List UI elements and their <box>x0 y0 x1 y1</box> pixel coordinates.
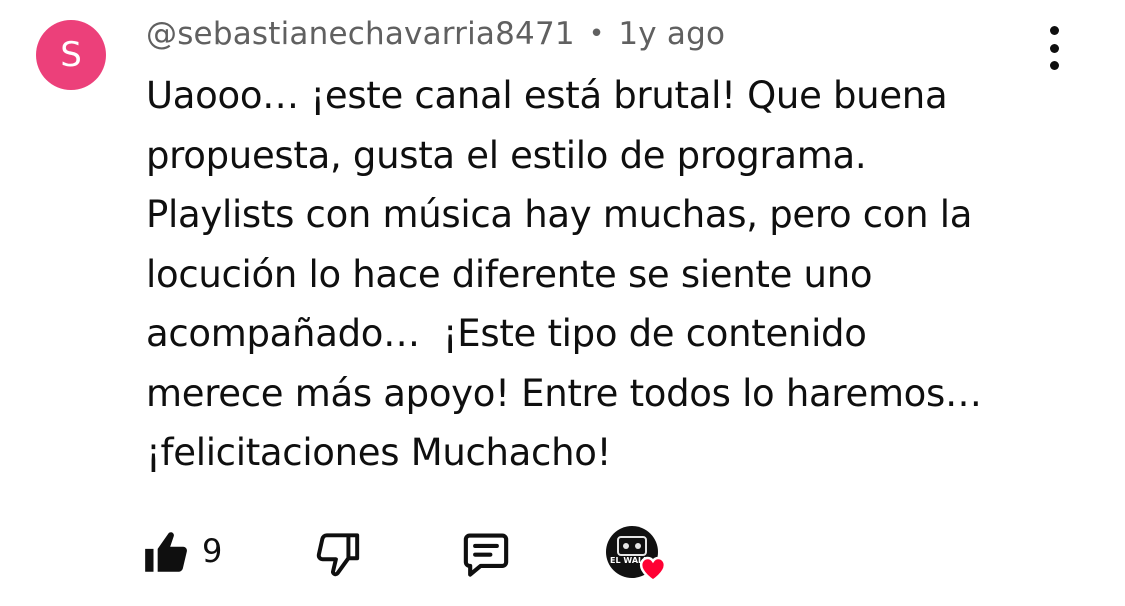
comment-item: S @sebastianechavarria8471 • 1y ago Uaoo… <box>0 0 1125 606</box>
comment-meta: @sebastianechavarria8471 • 1y ago <box>146 14 725 54</box>
avatar[interactable]: S <box>36 20 106 90</box>
comment-line: merece más apoyo! Entre todos lo haremos… <box>146 371 982 415</box>
creator-heart-icon <box>639 556 667 582</box>
more-vertical-icon <box>1049 26 1059 35</box>
comment-line: Playlists con música hay muchas, pero co… <box>146 193 973 236</box>
like-button[interactable] <box>140 528 192 578</box>
thumbs-down-icon <box>316 533 360 577</box>
comment-actions: 9 EL WALK <box>0 520 1125 590</box>
comment-time: 1y ago <box>618 16 726 52</box>
like-count: 9 <box>202 532 223 570</box>
meta-separator: • <box>588 19 605 49</box>
reply-button[interactable] <box>458 528 514 580</box>
comment-line: ¡felicitaciones Muchacho! <box>146 431 612 474</box>
more-options-button[interactable] <box>1034 26 1074 70</box>
comment-line: acompañado… ¡Este tipo de contenido <box>146 312 867 355</box>
avatar-letter: S <box>60 35 82 75</box>
comment-text: Uaooo… ¡este canal está brutal! Que buen… <box>146 66 1046 483</box>
creator-heart-badge: EL WALK <box>606 526 668 588</box>
comment-line: propuesta, gusta el estilo de programa. <box>146 133 867 177</box>
reply-comment-icon <box>463 533 509 577</box>
comment-line: locución lo hace diferente se siente uno <box>146 252 873 296</box>
author-handle[interactable]: @sebastianechavarria8471 <box>146 16 575 52</box>
comment-line: Uaooo… ¡este canal está brutal! Que buen… <box>146 74 948 117</box>
dislike-button[interactable] <box>312 528 364 578</box>
thumbs-up-icon <box>145 532 187 572</box>
